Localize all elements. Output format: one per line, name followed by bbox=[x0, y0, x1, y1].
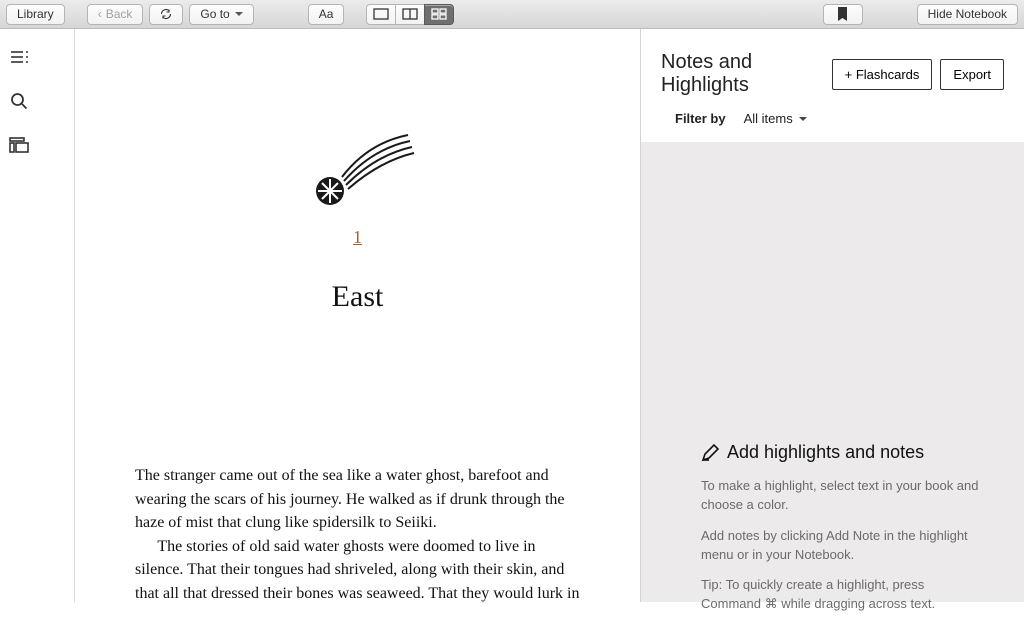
empty-text: Tip: To quickly create a highlight, pres… bbox=[701, 576, 984, 614]
paragraph: The stranger came out of the sea like a … bbox=[135, 464, 580, 535]
goto-dropdown[interactable]: Go to bbox=[189, 4, 253, 25]
list-icon bbox=[9, 49, 29, 65]
chapter-number: 1 bbox=[135, 227, 580, 248]
left-rail bbox=[0, 29, 38, 602]
empty-heading: Add highlights and notes bbox=[701, 442, 984, 463]
reader-pane: 1 East The stranger came out of the sea … bbox=[38, 29, 640, 602]
hide-notebook-button[interactable]: Hide Notebook bbox=[917, 4, 1018, 25]
library-button[interactable]: Library bbox=[6, 4, 65, 25]
notebook-filter: Filter by All items bbox=[641, 111, 1024, 142]
notebook-title: Notes and Highlights bbox=[661, 51, 824, 97]
view-double-button[interactable] bbox=[395, 4, 425, 25]
view-mode-segment bbox=[366, 4, 454, 25]
chapter-ornament bbox=[135, 129, 580, 209]
export-button[interactable]: Export bbox=[940, 59, 1004, 90]
chapter-body: The stranger came out of the sea like a … bbox=[135, 464, 580, 602]
empty-heading-text: Add highlights and notes bbox=[727, 442, 924, 463]
empty-state: Add highlights and notes To make a highl… bbox=[701, 442, 984, 626]
double-page-icon bbox=[402, 8, 418, 20]
main-content: 1 East The stranger came out of the sea … bbox=[0, 29, 1024, 602]
search-button[interactable] bbox=[9, 91, 29, 111]
refresh-button[interactable] bbox=[149, 4, 183, 25]
back-button[interactable]: ‹ Back bbox=[87, 4, 144, 25]
grid-icon bbox=[431, 8, 447, 20]
panels-button[interactable] bbox=[9, 135, 29, 155]
bookmark-icon bbox=[837, 7, 848, 21]
notebook-body: Add highlights and notes To make a highl… bbox=[641, 142, 1024, 602]
flashcards-button[interactable]: + Flashcards bbox=[832, 59, 933, 90]
refresh-icon bbox=[160, 7, 172, 21]
pencil-icon bbox=[701, 444, 719, 462]
comet-icon bbox=[298, 129, 418, 209]
book-page: 1 East The stranger came out of the sea … bbox=[74, 29, 640, 602]
back-button-label: Back bbox=[106, 7, 133, 21]
search-icon bbox=[10, 92, 28, 110]
single-page-icon bbox=[373, 8, 389, 20]
chapter-title: East bbox=[135, 280, 580, 314]
panels-icon bbox=[9, 137, 29, 153]
toolbar: Library ‹ Back Go to Aa Hide Notebook bbox=[0, 0, 1024, 29]
bookmark-button[interactable] bbox=[823, 4, 863, 25]
toc-button[interactable] bbox=[9, 47, 29, 67]
filter-label: Filter by bbox=[675, 111, 726, 126]
empty-text: Add notes by clicking Add Note in the hi… bbox=[701, 527, 984, 565]
filter-dropdown[interactable]: All items bbox=[744, 111, 807, 126]
text-settings-button[interactable]: Aa bbox=[308, 4, 345, 25]
empty-text: To make a highlight, select text in your… bbox=[701, 477, 984, 515]
view-single-button[interactable] bbox=[366, 4, 396, 25]
chevron-left-icon: ‹ bbox=[98, 7, 102, 21]
notebook-header: Notes and Highlights + Flashcards Export bbox=[641, 29, 1024, 111]
view-grid-button[interactable] bbox=[424, 4, 454, 25]
notebook-panel: Notes and Highlights + Flashcards Export… bbox=[640, 29, 1024, 602]
paragraph: The stories of old said water ghosts wer… bbox=[135, 535, 580, 602]
